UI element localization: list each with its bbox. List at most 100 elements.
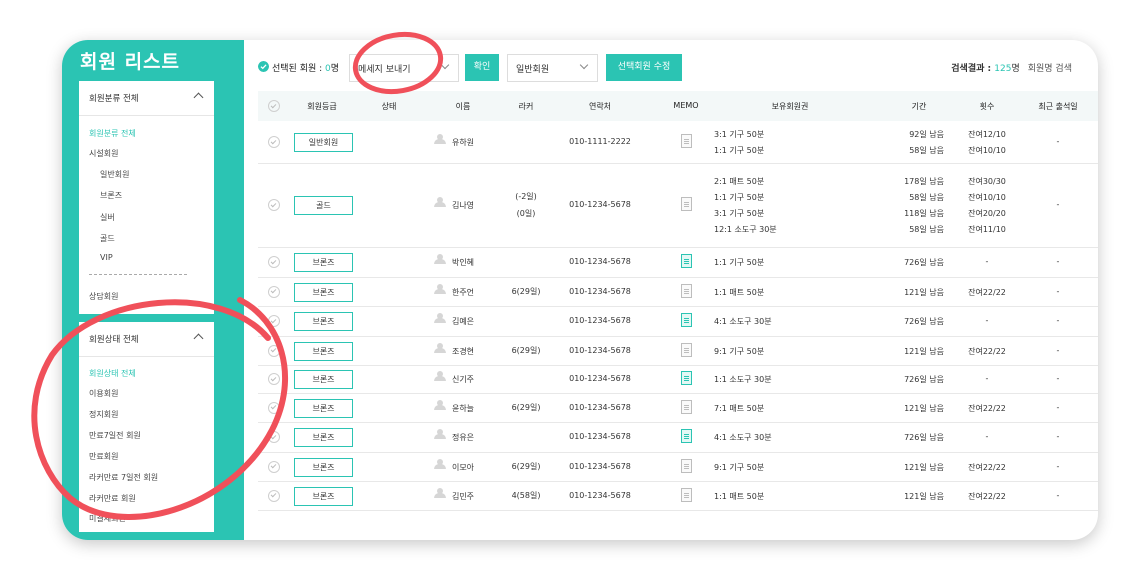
- sidebar-item-status[interactable]: 정지회원: [89, 409, 118, 420]
- grade-badge: 브론즈: [294, 398, 353, 418]
- row-checkbox[interactable]: [268, 285, 280, 298]
- membership-pass: 2:1 매트 50분: [714, 177, 765, 186]
- sidebar-item-category[interactable]: 실버: [100, 212, 115, 223]
- table-row[interactable]: 브론즈 한주언 6(29일) 010-1234-5678 1:1 매트 50분 121일 …: [258, 277, 1098, 307]
- table-row[interactable]: 브론즈 정유은 010-1234-5678 4:1 소도구 30분 726일 남음 - -: [258, 422, 1098, 453]
- confirm-button[interactable]: 확인: [465, 54, 499, 81]
- member-name[interactable]: 정유은: [452, 432, 474, 443]
- sidebar-item-status[interactable]: 만료회원: [89, 451, 118, 462]
- memo-icon[interactable]: [681, 342, 692, 357]
- member-name[interactable]: 윤하늘: [452, 403, 474, 414]
- member-name[interactable]: 박인혜: [452, 257, 474, 268]
- row-checkbox[interactable]: [268, 136, 280, 148]
- status-filter-header[interactable]: 회원상태 전체: [79, 322, 214, 357]
- last-attendance: -: [1056, 200, 1060, 209]
- memo-icon[interactable]: [681, 197, 692, 211]
- table-row[interactable]: 브론즈 김민주 4(58일) 010-1234-5678 1:1 매트 50분 121일 …: [258, 481, 1098, 511]
- table-row[interactable]: 브론즈 조경현 6(29일) 010-1234-5678 9:1 기구 50분 121일 …: [258, 336, 1098, 366]
- column-header[interactable]: 연락처: [589, 101, 611, 112]
- sidebar-item-category[interactable]: 브론즈: [100, 190, 122, 201]
- message-select[interactable]: 메세지 보내기: [349, 54, 459, 82]
- category-filter-header[interactable]: 회원분류 전체: [79, 81, 214, 116]
- member-name[interactable]: 김예은: [452, 316, 474, 327]
- avatar-icon: [434, 429, 446, 439]
- membership-pass: 1:1 기구 50분: [714, 193, 765, 202]
- memo-icon[interactable]: [681, 399, 692, 414]
- sidebar-item-category[interactable]: 시설회원: [89, 148, 118, 159]
- sidebar-item-status[interactable]: 라커만료 7일전 회원: [89, 472, 158, 483]
- row-checkbox[interactable]: [268, 431, 280, 443]
- sidebar-item-category[interactable]: VIP: [100, 253, 113, 262]
- locker-info: 6(29일): [511, 462, 541, 471]
- last-attendance: -: [1056, 490, 1060, 500]
- select-all-checkbox[interactable]: [268, 100, 280, 112]
- member-name[interactable]: 유하원: [452, 137, 474, 148]
- table-row[interactable]: 브론즈 이모아 6(29일) 010-1234-5678 9:1 기구 50분 121일 …: [258, 452, 1098, 482]
- column-header[interactable]: 횟수: [980, 101, 995, 112]
- sidebar-item-status[interactable]: 라커만료 회원: [89, 493, 136, 504]
- membership-pass: 12:1 소도구 30분: [714, 225, 777, 234]
- memo-icon[interactable]: [681, 254, 692, 268]
- member-name[interactable]: 김나영: [452, 200, 474, 211]
- memo-icon[interactable]: [681, 487, 692, 502]
- row-checkbox[interactable]: [268, 315, 280, 327]
- remaining-count: -: [985, 374, 989, 383]
- memo-icon[interactable]: [681, 458, 692, 473]
- member-name[interactable]: 김민주: [452, 491, 474, 502]
- memo-icon[interactable]: [681, 371, 692, 385]
- memo-icon[interactable]: [681, 429, 692, 443]
- sidebar-item-consult[interactable]: 상담회원: [89, 291, 118, 302]
- remaining-count: 잔여10/10: [968, 193, 1006, 202]
- chevron-up-icon[interactable]: [193, 333, 204, 344]
- membership-pass: 1:1 매트 50분: [714, 287, 765, 297]
- edit-selected-button[interactable]: 선택회원 수정: [606, 54, 682, 81]
- memo-icon[interactable]: [681, 283, 692, 298]
- column-header[interactable]: MEMO: [673, 101, 698, 110]
- member-name[interactable]: 이모아: [452, 462, 474, 473]
- table-row[interactable]: 골드 김나영 (-2일) (0일) 010-1234-5678 2:1 매트 50분 1:1…: [258, 163, 1098, 248]
- column-header[interactable]: 상태: [382, 101, 397, 112]
- table-row[interactable]: 일반회원 유하원 010-1111-2222 3:1 기구 50분 1:1 기구 50분…: [258, 121, 1098, 164]
- membership-pass: 3:1 기구 50분: [714, 130, 765, 139]
- sidebar-item-status[interactable]: 회원상태 전체: [89, 368, 136, 379]
- row-checkbox[interactable]: [268, 401, 280, 414]
- grade-select[interactable]: 일반회원: [507, 54, 598, 82]
- grade-badge: 골드: [294, 196, 353, 215]
- period-remaining: 118일 남음: [904, 209, 944, 218]
- member-name[interactable]: 한주언: [452, 287, 474, 298]
- table-row[interactable]: 브론즈 김예은 010-1234-5678 4:1 소도구 30분 726일 남음 - -: [258, 306, 1098, 337]
- sidebar-item-category[interactable]: 일반회원: [100, 169, 129, 180]
- column-header[interactable]: 이름: [456, 101, 471, 112]
- column-header[interactable]: 라커: [519, 101, 534, 112]
- last-attendance: -: [1056, 316, 1060, 325]
- memo-icon[interactable]: [681, 313, 692, 327]
- column-header[interactable]: 보유회원권: [772, 101, 809, 112]
- table-row[interactable]: 브론즈 윤하늘 6(29일) 010-1234-5678 7:1 매트 50분 121일 …: [258, 393, 1098, 423]
- member-name[interactable]: 조경현: [452, 346, 474, 357]
- sidebar-item-category[interactable]: 회원분류 전체: [89, 128, 136, 139]
- chevron-down-icon: [579, 60, 589, 70]
- memo-icon[interactable]: [681, 134, 692, 148]
- sidebar-item-status[interactable]: 이용회원: [89, 388, 118, 399]
- row-checkbox[interactable]: [268, 460, 280, 473]
- column-header[interactable]: 기간: [912, 101, 927, 112]
- grade-select-value: 일반회원: [516, 65, 550, 75]
- row-checkbox[interactable]: [268, 256, 280, 268]
- row-checkbox[interactable]: [268, 344, 280, 357]
- row-checkbox[interactable]: [268, 199, 280, 211]
- table-row[interactable]: 브론즈 박인혜 010-1234-5678 1:1 기구 50분 726일 남음 - -: [258, 247, 1098, 278]
- grade-badge: 브론즈: [294, 253, 353, 272]
- table-row[interactable]: 브론즈 신기주 010-1234-5678 1:1 소도구 30분 726일 남음 - -: [258, 365, 1098, 394]
- member-name[interactable]: 신기주: [452, 374, 474, 385]
- column-header[interactable]: 회원등급: [307, 101, 336, 112]
- sidebar-item-status[interactable]: 만료7일전 회원: [89, 430, 141, 441]
- sidebar-item-status[interactable]: 미결제회원: [89, 513, 126, 524]
- row-checkbox[interactable]: [268, 489, 280, 502]
- column-header[interactable]: 최근 출석일: [1038, 101, 1077, 112]
- locker-info: 4(58일): [511, 491, 541, 500]
- member-search-input[interactable]: 회원명 검색: [1028, 64, 1072, 74]
- sidebar-item-category[interactable]: 골드: [100, 233, 115, 244]
- avatar-icon: [434, 283, 446, 294]
- row-checkbox[interactable]: [268, 373, 280, 385]
- chevron-up-icon[interactable]: [193, 92, 204, 103]
